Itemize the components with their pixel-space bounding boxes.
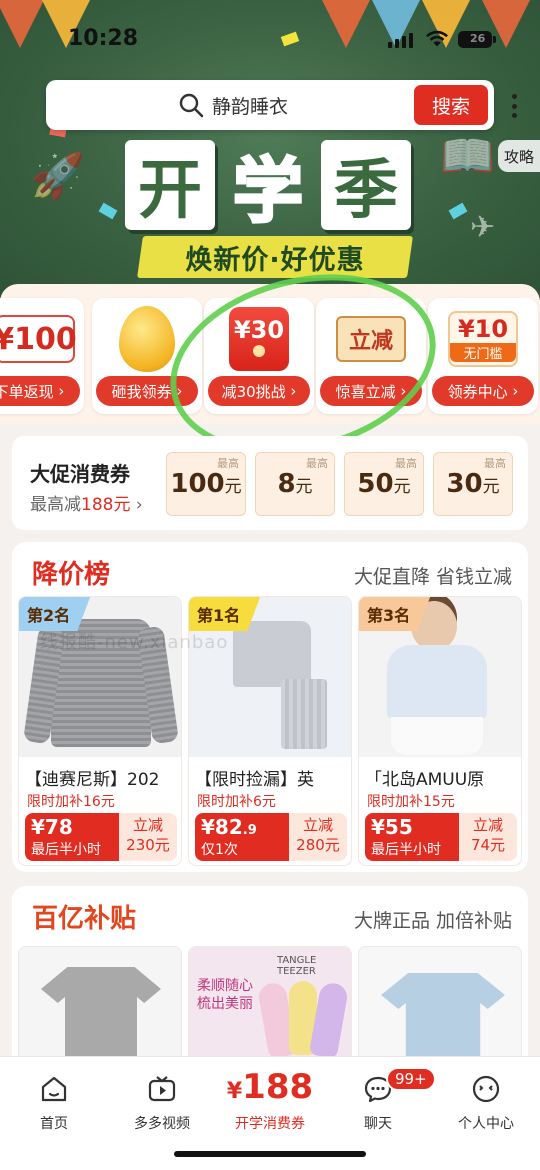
price-box: ¥82.9 仅1次 立减 280元 xyxy=(195,813,347,861)
banner-title-char: 开 xyxy=(125,140,215,230)
product-price: ¥78 xyxy=(31,815,73,839)
voucher-chip[interactable]: 最高 30元 xyxy=(433,452,513,516)
voucher-chip[interactable]: 最高 8元 xyxy=(255,452,335,516)
voucher-card[interactable]: 大促消费券 最高减188元 › 最高 100元 最高 8元 最高 50元 最高 30元 xyxy=(12,436,528,530)
nav-label: 开学消费券 xyxy=(235,1116,305,1132)
nav-label: 首页 xyxy=(40,1116,68,1132)
product-discount: 230元 xyxy=(126,836,170,854)
voucher-chip[interactable]: 最高 50元 xyxy=(344,452,424,516)
signal-icon xyxy=(388,33,413,48)
product-price: ¥55 xyxy=(371,815,413,839)
product-name: 【迪赛尼斯】202 xyxy=(25,770,160,790)
plane-doodle-icon: ✈ xyxy=(470,210,496,245)
red-packet-icon: ¥30 xyxy=(229,307,289,371)
price-note: 仅1次 xyxy=(201,842,238,858)
feature-card-label: 领券中心 › xyxy=(432,376,534,406)
video-icon xyxy=(148,1076,176,1102)
voucher-title: 大促消费券 xyxy=(30,462,130,486)
product-subsidy: 限时加补16元 xyxy=(27,794,115,810)
search-button[interactable]: 搜索 xyxy=(414,85,488,125)
unread-badge: 99+ xyxy=(386,1067,436,1091)
search-input[interactable]: 静韵睡衣 xyxy=(212,92,288,119)
section-title: 百亿补贴 xyxy=(32,904,137,934)
rocket-doodle-icon: 🚀 xyxy=(30,151,85,202)
section-title: 降价榜 xyxy=(32,560,111,590)
nav-school-coupon[interactable]: ¥188 开学消费券 xyxy=(216,1065,324,1132)
feature-card-label: 减30挑战 › xyxy=(208,376,310,406)
feature-card-label: 下单返现 › xyxy=(0,376,80,406)
book-doodle-icon: 📖 xyxy=(440,131,495,182)
product-name: 【限时捡漏】英 xyxy=(195,770,314,790)
feature-card-smash-egg[interactable]: 砸我领券 › xyxy=(92,298,202,414)
promo-text: 柔顺随心 梳出美丽 xyxy=(197,978,253,1012)
product-subsidy: 限时加补6元 xyxy=(197,794,276,810)
banner-title-char: 学 xyxy=(232,148,305,233)
nav-home[interactable]: 首页 xyxy=(0,1065,108,1132)
section-subtitle[interactable]: 大促直降 省钱立减 xyxy=(354,562,512,589)
product-subsidy: 限时加补15元 xyxy=(367,794,455,810)
voucher-subtitle: 最高减188元 › xyxy=(30,495,143,515)
product-name: 「北岛AMUU原 xyxy=(365,770,485,790)
banner-title: 开 学 季 xyxy=(125,140,415,233)
feature-card-label: 砸我领券 › xyxy=(96,376,198,406)
battery-icon: 26 xyxy=(458,31,496,48)
nav-label: 聊天 xyxy=(364,1116,392,1132)
nav-label: 个人中心 xyxy=(458,1116,514,1132)
coupon-amount: ¥188 xyxy=(226,1067,314,1107)
confetti xyxy=(448,202,468,220)
price-note: 最后半小时 xyxy=(31,842,101,858)
price-box: ¥55 最后半小时 立减 74元 xyxy=(365,813,517,861)
search-icon xyxy=(179,93,204,118)
feature-card-cashback[interactable]: ¥100 下单返现 › xyxy=(0,298,84,414)
product-discount: 74元 xyxy=(470,836,506,854)
coupon-100-icon: ¥100 xyxy=(0,315,77,363)
search-bar[interactable]: 静韵睡衣 搜索 xyxy=(46,80,494,130)
voucher-chip[interactable]: 最高 100元 xyxy=(166,452,246,516)
feature-card-coupon-center[interactable]: ¥10 无门槛 领券中心 › xyxy=(428,298,538,414)
home-indicator[interactable] xyxy=(174,1151,366,1157)
product-price: ¥82 xyxy=(201,815,243,839)
promo-brand: TANGLE TEEZER xyxy=(277,955,317,977)
wifi-icon xyxy=(426,30,448,47)
confetti xyxy=(98,202,118,220)
feature-row: ¥100 下单返现 › 砸我领券 › ¥30 减30挑战 › 立减 惊喜立减 ›… xyxy=(0,284,540,424)
banner-slogan: 焕新价·好优惠 xyxy=(185,245,365,276)
profile-icon xyxy=(472,1075,500,1103)
status-bar: 10:28 26 xyxy=(0,0,540,80)
price-drop-section: 降价榜 大促直降 省钱立减 第2名 【迪赛尼斯】202 限时加补16元 ¥78 最… xyxy=(12,542,528,872)
product-discount: 280元 xyxy=(296,836,340,854)
more-options-icon[interactable] xyxy=(510,94,518,118)
strategy-tab[interactable]: 攻略 xyxy=(498,140,540,172)
feature-card-challenge[interactable]: ¥30 减30挑战 › xyxy=(204,298,314,414)
coupon-10-icon: ¥10 无门槛 xyxy=(448,311,518,367)
instant-discount-icon: 立减 xyxy=(336,316,406,362)
banner-title-char: 季 xyxy=(321,140,411,230)
feature-card-label: 惊喜立减 › xyxy=(320,376,422,406)
nav-video[interactable]: 多多视频 xyxy=(108,1065,216,1132)
home-icon xyxy=(41,1076,67,1102)
watermark: 线报酷-new.xianbao xyxy=(40,632,229,653)
status-time: 10:28 xyxy=(68,26,139,51)
golden-egg-icon xyxy=(119,306,175,372)
price-note: 最后半小时 xyxy=(371,842,441,858)
nav-profile[interactable]: 个人中心 xyxy=(432,1065,540,1132)
feature-card-instant-discount[interactable]: 立减 惊喜立减 › xyxy=(316,298,426,414)
nav-label: 多多视频 xyxy=(134,1116,190,1132)
promo-banner[interactable]: 🚀 📖 ✈ 10:28 26 静韵睡衣 搜索 攻略 开 学 季 焕新价·好优惠 xyxy=(0,0,540,300)
nav-chat[interactable]: 99+ 聊天 xyxy=(324,1065,436,1132)
price-box: ¥78 最后半小时 立减 230元 xyxy=(25,813,177,861)
section-subtitle[interactable]: 大牌正品 加倍补贴 xyxy=(354,906,512,933)
product-card[interactable]: 第3名 「北岛AMUU原 限时加补15元 ¥55 最后半小时 立减 74元 xyxy=(358,596,522,866)
